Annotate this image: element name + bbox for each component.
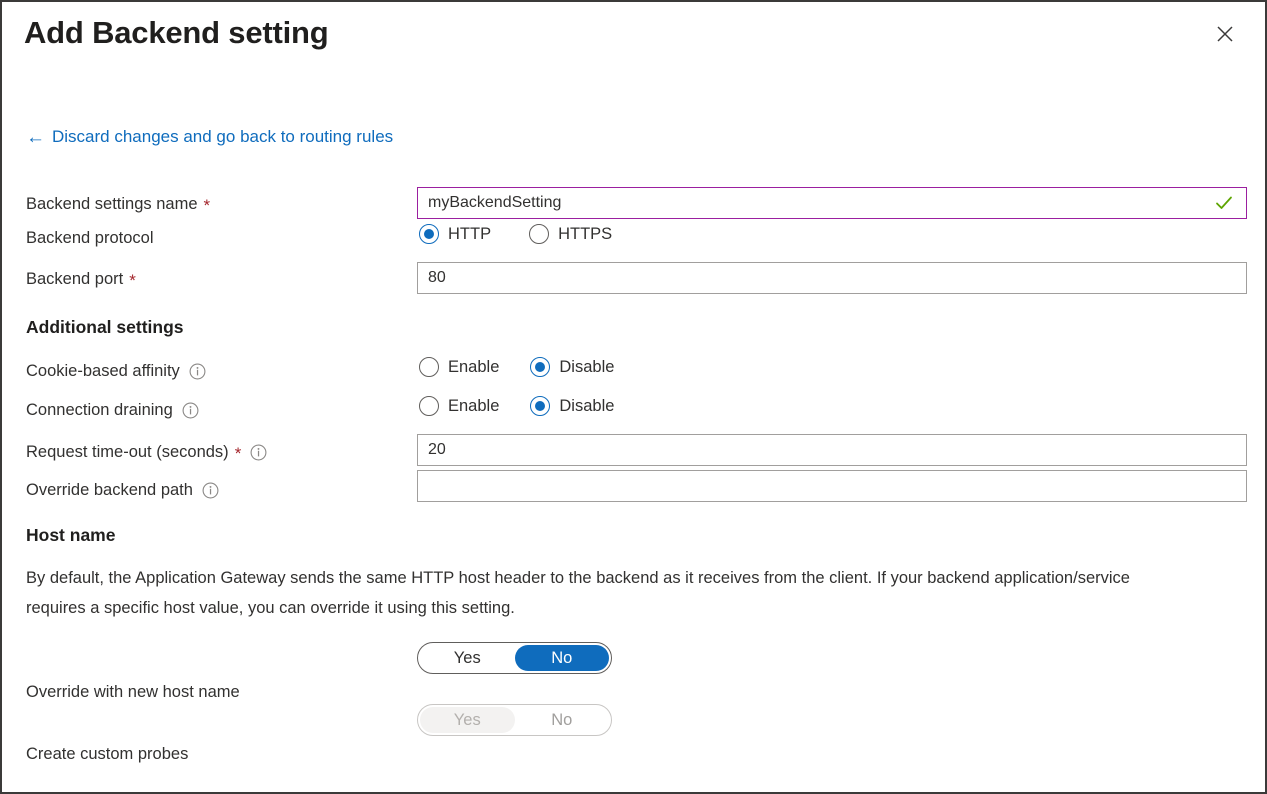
radio-indicator <box>530 396 550 416</box>
host-name-description: By default, the Application Gateway send… <box>26 563 1186 623</box>
close-icon[interactable] <box>1209 18 1241 50</box>
radio-label: Disable <box>559 397 614 416</box>
info-icon[interactable] <box>250 444 267 461</box>
radio-label: Enable <box>448 358 499 377</box>
info-glyph <box>182 402 199 419</box>
add-backend-setting-blade: Add Backend setting ← Discard changes an… <box>0 0 1267 794</box>
radio-indicator <box>419 396 439 416</box>
radio-label: Disable <box>559 358 614 377</box>
backend-port-input[interactable] <box>417 262 1247 294</box>
radio-option-draining-enable[interactable]: Enable <box>419 396 499 416</box>
radio-option-cookie-disable[interactable]: Disable <box>530 357 614 377</box>
cookie-based-affinity-label: Cookie-based affinity <box>26 360 206 382</box>
request-timeout-input[interactable] <box>417 434 1247 466</box>
info-icon[interactable] <box>189 363 206 380</box>
override-backend-path-label: Override backend path <box>26 479 219 501</box>
toggle-option-no[interactable]: No <box>515 707 610 733</box>
required-asterisk: * <box>235 445 242 462</box>
info-glyph <box>189 363 206 380</box>
info-glyph <box>202 482 219 499</box>
radio-option-http[interactable]: HTTP <box>419 224 491 244</box>
info-icon[interactable] <box>182 402 199 419</box>
host-name-heading: Host name <box>26 523 115 547</box>
backend-port-label: Backend port * <box>26 268 136 290</box>
radio-indicator <box>419 224 439 244</box>
radio-option-https[interactable]: HTTPS <box>529 224 612 244</box>
radio-option-draining-disable[interactable]: Disable <box>530 396 614 416</box>
additional-settings-heading: Additional settings <box>26 315 184 339</box>
radio-label: HTTP <box>448 225 491 244</box>
radio-indicator <box>419 357 439 377</box>
toggle-option-no[interactable]: No <box>515 645 610 671</box>
discard-changes-link[interactable]: ← Discard changes and go back to routing… <box>26 125 393 149</box>
required-asterisk: * <box>129 272 136 289</box>
radio-indicator <box>530 357 550 377</box>
request-timeout-label: Request time-out (seconds) * <box>26 441 267 463</box>
radio-indicator <box>529 224 549 244</box>
override-with-new-host-name-toggle[interactable]: Yes No <box>417 642 612 674</box>
create-custom-probes-toggle[interactable]: Yes No <box>417 704 612 736</box>
create-custom-probes-label: Create custom probes <box>26 743 188 765</box>
page-title: Add Backend setting <box>24 12 329 54</box>
radio-label: HTTPS <box>558 225 612 244</box>
required-asterisk: * <box>204 197 211 214</box>
override-backend-path-input[interactable] <box>417 470 1247 502</box>
radio-label: Enable <box>448 397 499 416</box>
toggle-option-yes[interactable]: Yes <box>420 707 515 733</box>
toggle-option-yes[interactable]: Yes <box>420 645 515 671</box>
info-glyph <box>250 444 267 461</box>
cookie-based-affinity-radio-group: Enable Disable <box>419 357 614 377</box>
info-icon[interactable] <box>202 482 219 499</box>
connection-draining-label: Connection draining <box>26 399 199 421</box>
override-with-new-host-name-label: Override with new host name <box>26 681 240 703</box>
discard-changes-label: Discard changes and go back to routing r… <box>52 125 393 149</box>
connection-draining-radio-group: Enable Disable <box>419 396 614 416</box>
backend-protocol-label: Backend protocol <box>26 227 154 249</box>
close-glyph <box>1215 24 1235 44</box>
radio-option-cookie-enable[interactable]: Enable <box>419 357 499 377</box>
back-arrow-icon: ← <box>26 128 45 147</box>
backend-protocol-radio-group: HTTP HTTPS <box>419 224 612 244</box>
backend-settings-name-input[interactable] <box>417 187 1247 219</box>
backend-settings-name-label: Backend settings name * <box>26 193 210 215</box>
